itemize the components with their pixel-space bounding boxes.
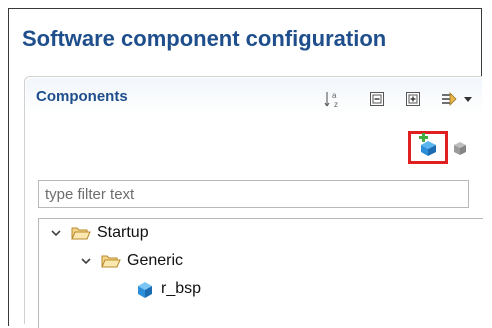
tree-node-generic[interactable]: Generic bbox=[79, 249, 183, 273]
collapse-all-icon[interactable] bbox=[368, 90, 386, 108]
view-menu-icon[interactable] bbox=[462, 90, 474, 108]
folder-open-icon bbox=[71, 225, 91, 241]
components-section-header: Components a z bbox=[26, 78, 482, 114]
add-component-icon bbox=[416, 133, 440, 162]
tree-node-label: Startup bbox=[97, 224, 149, 241]
filter-options-icon[interactable] bbox=[440, 90, 458, 108]
tree-node-r-bsp[interactable]: r_bsp bbox=[135, 277, 201, 301]
add-component-button[interactable] bbox=[408, 131, 448, 164]
folder-open-icon bbox=[101, 253, 121, 269]
page-title: Software component configuration bbox=[22, 26, 387, 51]
filter-input-box[interactable] bbox=[38, 180, 469, 208]
expand-all-icon[interactable] bbox=[404, 90, 422, 108]
chevron-down-icon[interactable] bbox=[79, 254, 93, 268]
sort-alpha-icon[interactable]: a z bbox=[324, 90, 342, 108]
tree-node-startup[interactable]: Startup bbox=[49, 221, 149, 245]
component-tree: Startup Generic r_bsp bbox=[38, 218, 483, 328]
chevron-down-icon[interactable] bbox=[49, 226, 63, 240]
components-section: Components a z type filter text Startup … bbox=[24, 76, 483, 328]
tree-node-label: r_bsp bbox=[161, 280, 202, 297]
svg-text:z: z bbox=[334, 100, 338, 108]
component-icon bbox=[135, 279, 155, 299]
remove-component-button[interactable] bbox=[451, 139, 469, 157]
components-title[interactable]: Components bbox=[36, 88, 128, 105]
svg-text:a: a bbox=[332, 91, 337, 100]
remove-component-icon bbox=[451, 142, 469, 161]
filter-input[interactable] bbox=[39, 181, 468, 207]
tree-node-label: Generic bbox=[127, 252, 184, 269]
